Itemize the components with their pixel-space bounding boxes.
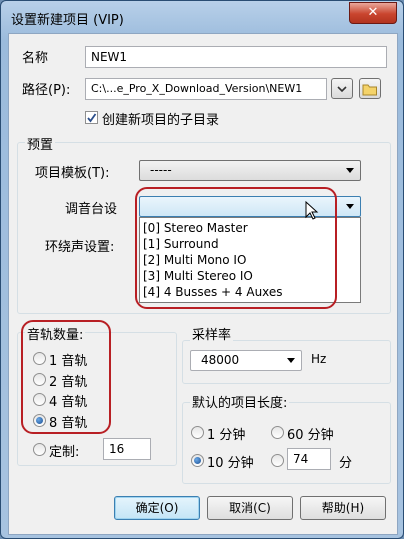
samplerate-group-title: 采样率 bbox=[190, 324, 234, 343]
template-label: 项目模板(T): bbox=[35, 166, 110, 181]
name-label: 名称 bbox=[22, 51, 49, 66]
name-input[interactable]: NEW1 bbox=[85, 46, 387, 68]
browse-folder-button[interactable] bbox=[359, 78, 381, 99]
path-input[interactable]: C:\...e_Pro_X_Download_Version\NEW1 bbox=[85, 78, 327, 100]
track-radio-8-label: 8 音轨 bbox=[49, 416, 88, 431]
subdir-checkbox-label: 创建新项目的子目录 bbox=[102, 113, 220, 128]
length-radio-60[interactable] bbox=[271, 426, 284, 439]
samplerate-unit: Hz bbox=[311, 352, 327, 366]
samplerate-select-value: 48000 bbox=[201, 353, 240, 367]
length-radio-60-label: 60 分钟 bbox=[287, 428, 334, 443]
new-project-dialog: 设置新建项目 (VIP) ✕ 名称 NEW1 路径(P): C:\...e_Pr… bbox=[0, 0, 404, 539]
length-radio-1-label: 1 分钟 bbox=[207, 428, 246, 443]
template-select[interactable]: ----- bbox=[139, 160, 361, 181]
custom-label: 定制: bbox=[49, 445, 80, 460]
mixer-option[interactable]: [2] Multi Mono IO bbox=[143, 253, 246, 267]
mouse-cursor-icon bbox=[305, 201, 319, 220]
track-radio-1[interactable] bbox=[33, 352, 46, 365]
template-select-value: ----- bbox=[150, 163, 172, 177]
mixer-select[interactable] bbox=[139, 196, 361, 217]
chevron-down-icon bbox=[337, 86, 347, 93]
dropdown-arrow-icon bbox=[346, 204, 354, 209]
track-radio-2-label: 2 音轨 bbox=[49, 375, 88, 390]
help-button[interactable]: 帮助(H) bbox=[300, 496, 386, 520]
tracks-group-title: 音轨数量: bbox=[25, 324, 86, 343]
dialog-body: 名称 NEW1 路径(P): C:\...e_Pro_X_Download_Ve… bbox=[8, 33, 398, 535]
track-radio-1-label: 1 音轨 bbox=[49, 354, 88, 369]
length-radio-1[interactable] bbox=[191, 426, 204, 439]
length-custom-unit: 分 bbox=[339, 456, 353, 471]
ok-button[interactable]: 确定(O) bbox=[114, 496, 200, 520]
mixer-option[interactable]: [1] Surround bbox=[143, 237, 219, 251]
folder-icon bbox=[362, 84, 377, 96]
track-radio-4-label: 4 音轨 bbox=[49, 395, 88, 410]
mixer-option[interactable]: [4] 4 Busses + 4 Auxes bbox=[143, 285, 283, 299]
custom-tracks-input[interactable]: 16 bbox=[103, 438, 151, 460]
path-label: 路径(P): bbox=[22, 83, 71, 98]
subdir-checkbox[interactable] bbox=[85, 111, 98, 124]
dropdown-arrow-icon bbox=[346, 168, 354, 173]
mixer-option[interactable]: [0] Stereo Master bbox=[143, 221, 248, 235]
track-radio-4[interactable] bbox=[33, 393, 46, 406]
length-radio-10-label: 10 分钟 bbox=[207, 456, 254, 471]
length-custom-input[interactable]: 74 bbox=[287, 448, 331, 470]
track-radio-custom[interactable] bbox=[33, 443, 46, 456]
cancel-button[interactable]: 取消(C) bbox=[207, 496, 293, 520]
path-dropdown-button[interactable] bbox=[331, 78, 353, 99]
surround-label: 环绕声设置: bbox=[45, 240, 115, 255]
length-group-title: 默认的项目长度: bbox=[190, 392, 290, 411]
samplerate-select[interactable]: 48000 bbox=[190, 350, 302, 371]
length-radio-10[interactable] bbox=[191, 454, 204, 467]
title-bar[interactable]: 设置新建项目 (VIP) ✕ bbox=[1, 1, 403, 33]
preset-group-title: 预置 bbox=[25, 134, 56, 153]
length-radio-custom[interactable] bbox=[271, 454, 284, 467]
checkmark-icon bbox=[87, 113, 97, 123]
mixer-option[interactable]: [3] Multi Stereo IO bbox=[143, 269, 253, 283]
close-button[interactable]: ✕ bbox=[349, 2, 397, 24]
mixer-label: 调音台设 bbox=[65, 202, 118, 217]
dropdown-arrow-icon bbox=[287, 358, 295, 363]
track-radio-8[interactable] bbox=[33, 414, 46, 427]
length-group bbox=[182, 402, 391, 484]
window-title: 设置新建项目 (VIP) bbox=[11, 13, 124, 28]
track-radio-2[interactable] bbox=[33, 373, 46, 386]
mixer-options-list[interactable]: [0] Stereo Master [1] Surround [2] Multi… bbox=[139, 217, 361, 303]
